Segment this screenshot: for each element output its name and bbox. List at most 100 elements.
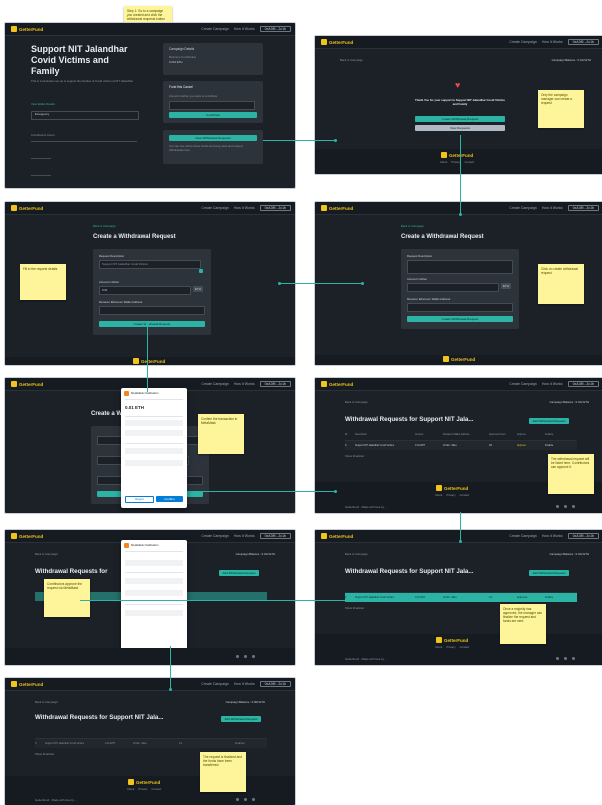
nav-how-it-works[interactable]: How It Works <box>542 382 563 386</box>
account-button[interactable]: 0xA3f9...2c1b <box>567 533 599 539</box>
nav-create-campaign[interactable]: Create Campaign <box>509 534 536 538</box>
logo[interactable]: GetterFund <box>11 381 43 387</box>
account-button[interactable]: 0xA3f9...2c1b <box>567 39 599 45</box>
cell-recipient: 0x7a2...9d1e <box>133 742 147 745</box>
back-link[interactable]: Back to Campaign <box>93 224 116 228</box>
show-finalized-toggle[interactable]: Show Finalized <box>345 606 364 610</box>
back-link[interactable]: Back to Campaign <box>345 552 368 556</box>
back-link[interactable]: Back to Campaign <box>35 700 58 704</box>
address-input[interactable] <box>99 306 205 315</box>
finalize-button[interactable]: Finalize <box>545 596 573 599</box>
frame9-sticky-note: The request is finalized and the funds h… <box>200 752 246 792</box>
footer-link-about[interactable]: About <box>435 493 442 497</box>
amount-input[interactable] <box>407 283 499 292</box>
amount-input[interactable] <box>169 101 255 110</box>
account-button[interactable]: 0xA3f9...2c1b <box>259 681 291 687</box>
social-icon[interactable] <box>252 655 255 658</box>
social-icon[interactable] <box>556 505 559 508</box>
back-link[interactable]: Back to Campaign <box>345 400 368 404</box>
add-request-button[interactable]: Add Withdrawal Request <box>219 570 259 576</box>
approve-button[interactable]: Approve <box>517 444 545 447</box>
footer-link-about[interactable]: About <box>435 645 442 649</box>
logo[interactable]: GetterFund <box>11 681 43 687</box>
wallet-link[interactable]: View Wallet Details <box>31 102 55 106</box>
create-withdrawal-request-button[interactable]: Create Withdrawal Request <box>415 116 505 122</box>
social-icon[interactable] <box>572 505 575 508</box>
nav-how-it-works[interactable]: How It Works <box>234 682 255 686</box>
logo[interactable]: GetterFund <box>11 26 43 32</box>
amount-input[interactable] <box>99 286 191 295</box>
nav-create-campaign[interactable]: Create Campaign <box>509 206 536 210</box>
footer-logo: GetterFund About Privacy Contact <box>435 637 469 649</box>
logo[interactable]: GetterFund <box>321 381 353 387</box>
nav-create-campaign[interactable]: Create Campaign <box>201 206 228 210</box>
social-icon[interactable] <box>564 657 567 660</box>
nav-create-campaign[interactable]: Create Campaign <box>509 40 536 44</box>
create-request-button[interactable]: Create Withdrawal Request <box>407 316 513 322</box>
social-icon[interactable] <box>236 798 239 801</box>
nav-create-campaign[interactable]: Create Campaign <box>509 382 536 386</box>
footer-link-privacy[interactable]: Privacy <box>446 645 455 649</box>
back-link[interactable]: Back to Campaign <box>340 58 363 62</box>
nav-how-it-works[interactable]: How It Works <box>542 40 563 44</box>
account-button[interactable]: 0xA3f9...2c1b <box>567 381 599 387</box>
footer-link-about[interactable]: About <box>440 160 447 164</box>
social-icon[interactable] <box>564 505 567 508</box>
page-title: Withdrawal Requests for <box>35 568 108 575</box>
logo[interactable]: GetterFund <box>11 205 43 211</box>
footer-link-contact[interactable]: Contact <box>464 160 474 164</box>
nav-how-it-works[interactable]: How It Works <box>542 206 563 210</box>
finalize-button[interactable]: Finalize <box>545 444 573 447</box>
wallet-confirm-button[interactable]: Confirm <box>156 496 183 502</box>
social-icon[interactable] <box>236 655 239 658</box>
add-request-button[interactable]: Add Withdrawal Request <box>529 418 569 424</box>
social-icon[interactable] <box>244 655 247 658</box>
nav-create-campaign[interactable]: Create Campaign <box>201 27 228 31</box>
add-request-button[interactable]: Add Withdrawal Request <box>529 570 569 576</box>
account-button[interactable]: 0xA3f9...2c1b <box>567 205 599 211</box>
logo[interactable]: GetterFund <box>11 533 43 539</box>
nav-how-it-works[interactable]: How It Works <box>234 534 255 538</box>
nav-how-it-works[interactable]: How It Works <box>234 27 255 31</box>
account-button[interactable]: 0xA3f9...2c1b <box>259 381 291 387</box>
logo-icon <box>321 205 327 211</box>
wallet-reject-button[interactable]: Reject <box>125 496 154 503</box>
footer-link-privacy[interactable]: Privacy <box>446 493 455 497</box>
nav-create-campaign[interactable]: Create Campaign <box>201 534 228 538</box>
account-button[interactable]: 0xA3f9...2c1b <box>259 533 291 539</box>
account-button[interactable]: 0xA3f9...2c1b <box>259 205 291 211</box>
logo[interactable]: GetterFund <box>321 39 353 45</box>
account-button[interactable]: 0xA3f9...2c1b <box>259 26 291 32</box>
footer-link-about[interactable]: About <box>127 787 134 791</box>
back-link[interactable]: Back to Campaign <box>35 552 58 556</box>
campaign-balance: Campaign Balance : 0.002 ETH <box>225 700 265 704</box>
nav-how-it-works[interactable]: How It Works <box>234 206 255 210</box>
show-finalized-toggle[interactable]: Show Finalized <box>35 752 54 756</box>
social-icon[interactable] <box>556 657 559 660</box>
nav-how-it-works[interactable]: How It Works <box>234 382 255 386</box>
address-input[interactable] <box>407 303 513 312</box>
social-icon[interactable] <box>572 657 575 660</box>
social-icon[interactable] <box>244 798 247 801</box>
create-request-button[interactable]: Create Withdrawal Request <box>99 321 205 327</box>
description-input[interactable] <box>407 260 513 274</box>
wallet-title: MetaMask Notification <box>131 391 159 395</box>
logo[interactable]: GetterFund <box>321 205 353 211</box>
view-requests-button[interactable]: View Requests <box>415 125 505 131</box>
back-link[interactable]: Back to Campaign <box>401 224 424 228</box>
footer-link-contact[interactable]: Contact <box>151 787 161 791</box>
social-icon[interactable] <box>252 798 255 801</box>
logo[interactable]: GetterFund <box>321 533 353 539</box>
nav-create-campaign[interactable]: Create Campaign <box>201 382 228 386</box>
footer-link-privacy[interactable]: Privacy <box>138 787 147 791</box>
add-request-button[interactable]: Add Withdrawal Request <box>221 716 261 722</box>
nav-how-it-works[interactable]: How It Works <box>542 534 563 538</box>
nav-create-campaign[interactable]: Create Campaign <box>201 682 228 686</box>
footer-link-contact[interactable]: Contact <box>459 645 469 649</box>
footer-link-contact[interactable]: Contact <box>459 493 469 497</box>
divider <box>31 175 51 176</box>
divider <box>125 572 183 573</box>
contribute-button[interactable]: Contribute <box>169 112 257 118</box>
show-finalized-toggle[interactable]: Show Finalized <box>345 454 364 458</box>
view-withdrawal-requests-button[interactable]: View Withdrawal Requests <box>169 135 257 141</box>
